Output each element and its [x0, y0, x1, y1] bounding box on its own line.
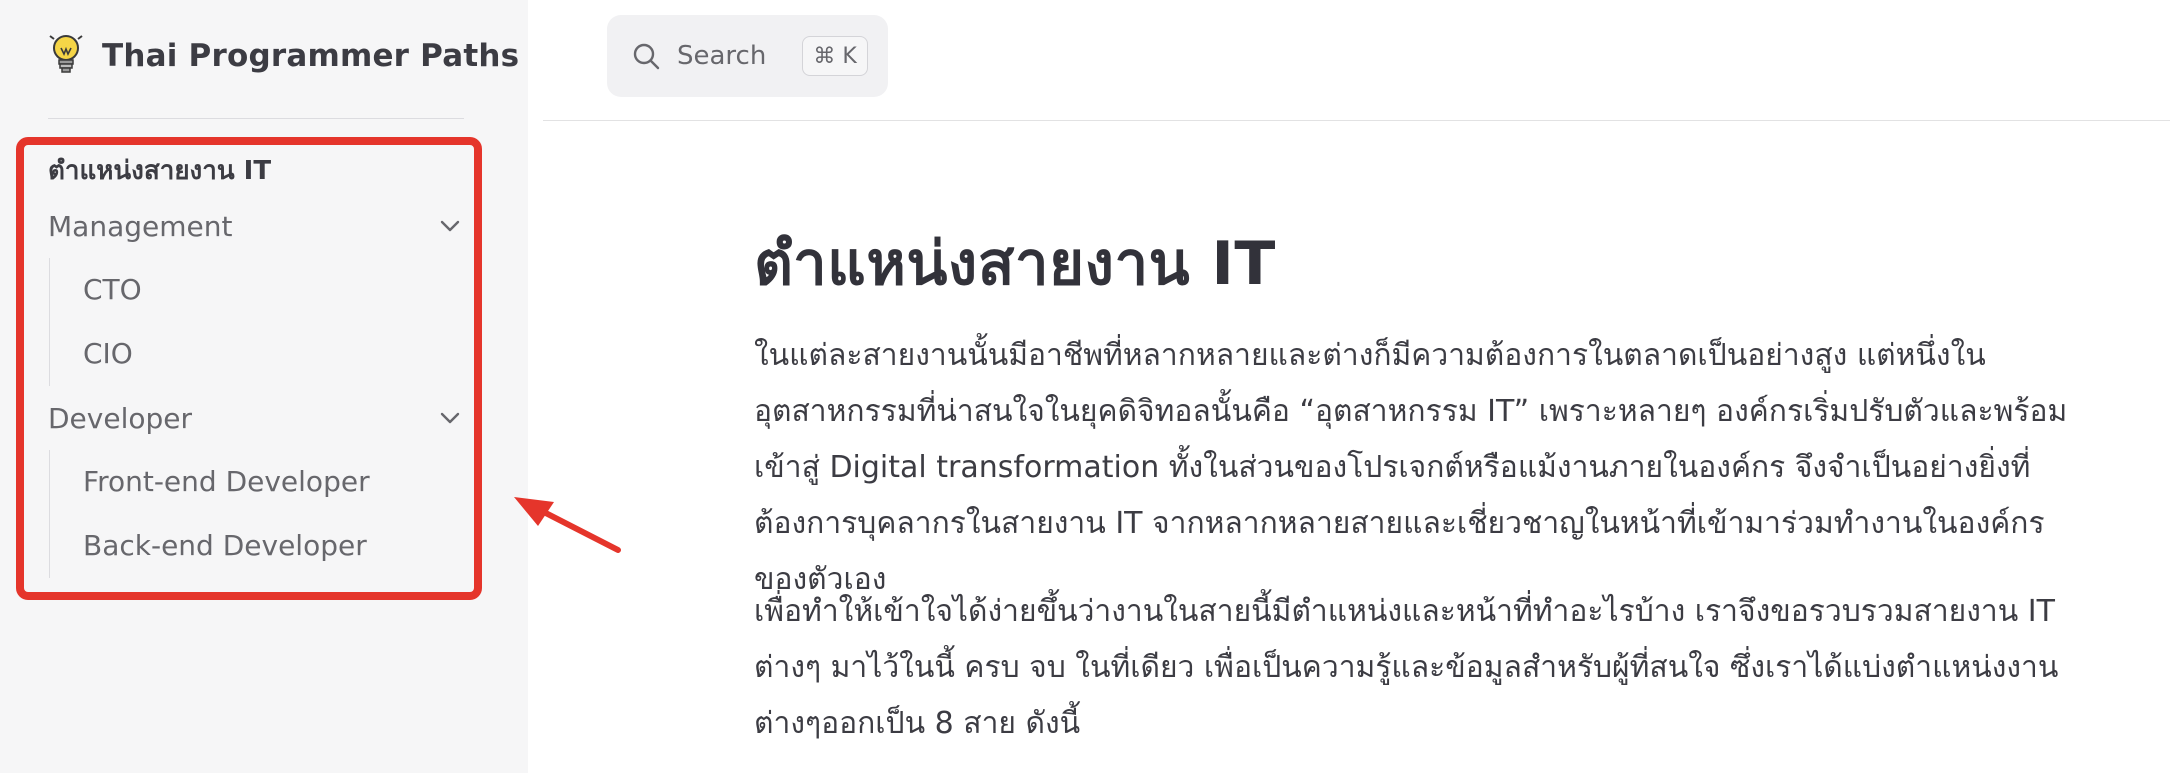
search-shortcut-badge: ⌘ K: [802, 36, 868, 76]
brand-title: Thai Programmer Paths: [102, 38, 520, 74]
sidebar: Thai Programmer Paths ตำแหน่งสายงาน IT M…: [0, 0, 528, 773]
sidebar-item-cto[interactable]: CTO: [50, 258, 468, 322]
sidebar-divider: [48, 118, 464, 119]
sidebar-group-children: CTO CIO: [49, 258, 468, 386]
summary-paragraph: เพื่อทำให้เข้าใจได้ง่ายขึ้นว่างานในสายนี…: [754, 594, 2059, 741]
sidebar-item-front-end-developer[interactable]: Front-end Developer: [50, 450, 468, 514]
sidebar-group-developer[interactable]: Developer: [48, 386, 468, 450]
search-label: Search: [677, 41, 767, 71]
annotation-arrow-icon: [514, 497, 621, 553]
intro-paragraph: ในแต่ละสายงานนั้นมีอาชีพที่หลากหลายและต่…: [754, 338, 2068, 597]
header-divider: [543, 120, 2170, 121]
sidebar-group-label: Management: [48, 209, 233, 243]
brand-link[interactable]: Thai Programmer Paths: [48, 30, 519, 82]
search-button[interactable]: Search ⌘ K: [607, 15, 888, 97]
page-title: ตำแหน่งสายงาน IT: [754, 229, 1276, 299]
sidebar-section-heading[interactable]: ตำแหน่งสายงาน IT: [48, 148, 468, 194]
sidebar-item-cio[interactable]: CIO: [50, 322, 468, 386]
search-icon: [633, 43, 660, 70]
chevron-down-icon[interactable]: [436, 404, 464, 432]
sidebar-nav: ตำแหน่งสายงาน IT Management CTO CIO Deve…: [48, 148, 468, 578]
sidebar-group-children: Front-end Developer Back-end Developer: [49, 450, 468, 578]
lightbulb-icon: [49, 35, 83, 73]
sidebar-item-back-end-developer[interactable]: Back-end Developer: [50, 514, 468, 578]
sidebar-group-management[interactable]: Management: [48, 194, 468, 258]
chevron-down-icon[interactable]: [436, 212, 464, 240]
sidebar-group-label: Developer: [48, 401, 193, 435]
